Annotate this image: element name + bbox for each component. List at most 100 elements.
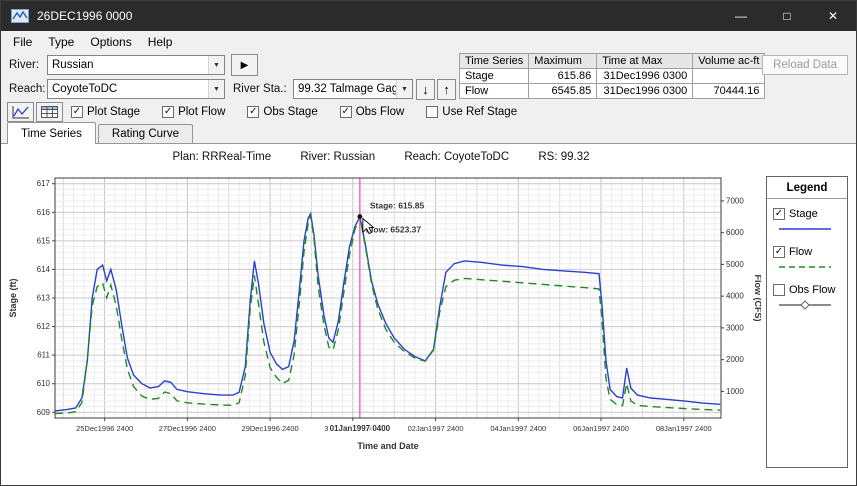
checkbox-obs-stage[interactable]: ✓ Obs Stage — [247, 106, 318, 118]
flow-tick-label: 6000 — [726, 228, 744, 237]
chevron-down-icon[interactable]: ▼ — [396, 80, 412, 98]
stage-tick-label: 617 — [37, 179, 51, 188]
plot-view-button[interactable] — [7, 102, 34, 122]
checkbox-box[interactable]: ✓ — [247, 106, 260, 118]
x-tick-label: 02Jan1997 2400 — [408, 424, 464, 433]
table-row: Stage 615.86 31Dec1996 0300 — [458, 68, 766, 84]
stage-tick-label: 616 — [37, 208, 51, 217]
summary-col-time-series: Time Series — [458, 53, 530, 69]
legend-item-label: Stage — [789, 208, 818, 220]
tab-time-series[interactable]: Time Series — [7, 122, 96, 144]
checkbox-box[interactable]: ✓ — [71, 106, 83, 118]
next-river-button[interactable]: ▶ — [231, 54, 258, 76]
river-combobox[interactable]: Russian ▼ — [47, 55, 225, 75]
flow-tick-label: 7000 — [726, 196, 744, 205]
legend-sample-line — [767, 296, 847, 319]
river-label: River: — [9, 59, 40, 71]
checkbox-label: Obs Stage — [263, 106, 318, 118]
timeseries-chart[interactable]: 25Dec1996 2400 27Dec1996 2400 29Dec1996 24… — [5, 168, 761, 474]
play-icon: ▶ — [240, 59, 249, 71]
checkbox-label: Use Ref Stage — [442, 106, 518, 118]
legend-item-stage[interactable]: ✓ Stage — [767, 205, 847, 220]
checkbox-box[interactable] — [773, 284, 785, 296]
x-axis-title: Time and Date — [357, 441, 418, 451]
minimize-icon: — — [735, 9, 747, 23]
checkbox-box[interactable]: ✓ — [773, 246, 785, 258]
tracked-point — [357, 214, 363, 219]
checkbox-label: Obs Flow — [355, 106, 405, 118]
series-stage — [55, 211, 721, 412]
legend-item-obs-flow[interactable]: Obs Flow — [767, 281, 847, 296]
x-tick-label: 08Jan1997 2400 — [656, 424, 712, 433]
reach-label: Reach: — [9, 83, 46, 95]
table-cell: 31Dec1996 0300 — [596, 68, 694, 84]
legend-item-flow[interactable]: ✓ Flow — [767, 243, 847, 258]
legend-item-label: Flow — [789, 246, 813, 258]
next-station-button[interactable]: ↓ — [416, 79, 435, 100]
river-value: Russian — [52, 59, 94, 71]
checkbox-box[interactable]: ✓ — [162, 106, 175, 118]
checkbox-box[interactable]: ✓ — [773, 208, 785, 220]
previous-station-button[interactable]: ↑ — [437, 79, 456, 100]
flow-tick-label: 3000 — [726, 323, 744, 332]
table-cell: Stage — [458, 68, 530, 84]
stage-tick-label: 611 — [37, 351, 50, 360]
table-view-button[interactable] — [36, 102, 63, 122]
checkbox-box[interactable]: ✓ — [339, 106, 352, 118]
reload-data-button[interactable]: Reload Data — [762, 55, 848, 75]
stage-annotation: Stage: 615.85 — [370, 201, 425, 211]
close-button[interactable]: ✕ — [810, 1, 856, 31]
menu-bar: File Type Options Help — [1, 31, 856, 52]
reach-value: CoyoteToDC — [52, 83, 118, 95]
menu-item-help[interactable]: Help — [140, 33, 181, 51]
controls-panel: River: Russian ▼ ▶ Reach: CoyoteToDC ▼ R… — [1, 52, 856, 122]
app-icon — [11, 9, 29, 23]
table-cell: 615.86 — [528, 68, 598, 84]
menu-item-file[interactable]: File — [5, 33, 40, 51]
maximize-button[interactable]: □ — [764, 1, 810, 31]
chart-panel: Plan: RRReal-Time River: Russian Reach: … — [1, 143, 856, 485]
stage-tick-label: 614 — [37, 265, 51, 274]
summary-col-time-at-max: Time at Max — [596, 53, 694, 69]
legend-panel: Legend ✓ Stage ✓ Flow Obs Flow — [766, 176, 848, 468]
tab-rating-curve[interactable]: Rating Curve — [97, 124, 194, 144]
river-sta-label: River Sta.: — [233, 83, 287, 95]
flow-tick-label: 4000 — [726, 292, 744, 301]
stage-tick-label: 613 — [37, 294, 51, 303]
x-tick-label: 04Jan1997 2400 — [490, 424, 546, 433]
checkbox-obs-flow[interactable]: ✓ Obs Flow — [339, 106, 405, 118]
menu-item-type[interactable]: Type — [40, 33, 82, 51]
reach-combobox[interactable]: CoyoteToDC ▼ — [47, 79, 225, 99]
checkbox-plot-stage[interactable]: ✓ Plot Stage — [71, 106, 140, 118]
chevron-down-icon[interactable]: ▼ — [208, 56, 224, 74]
chevron-down-icon[interactable]: ▼ — [208, 80, 224, 98]
checkbox-label: Plot Stage — [87, 106, 141, 118]
legend-sample-line — [767, 258, 847, 281]
menu-item-options[interactable]: Options — [82, 33, 139, 51]
table-cell: Flow — [458, 83, 530, 99]
reach-header-label: Reach: CoyoteToDC — [404, 151, 510, 163]
flow-tick-label: 1000 — [726, 387, 744, 396]
legend-item-label: Obs Flow — [789, 284, 836, 296]
checkbox-box[interactable] — [426, 106, 439, 118]
plan-label: Plan: RRReal-Time — [172, 151, 272, 163]
table-cell: 70444.16 — [692, 83, 766, 99]
x-tick-label: 06Jan1997 2400 — [573, 424, 629, 433]
table-icon — [41, 106, 58, 118]
summary-col-volume-ac-ft: Volume ac-ft — [692, 53, 766, 69]
table-cell: 6545.85 — [528, 83, 598, 99]
table-cell: 31Dec1996 0300 — [596, 83, 694, 99]
legend-title: Legend — [767, 177, 847, 199]
checkbox-label: Plot Flow — [178, 106, 226, 118]
line-chart-icon — [12, 106, 29, 119]
app-window: 26DEC1996 0000 — □ ✕ File Type Options Help… — [0, 0, 857, 486]
stage-tick-label: 609 — [37, 408, 51, 417]
stage-tick-label: 610 — [37, 379, 51, 388]
checkbox-plot-flow[interactable]: ✓ Plot Flow — [162, 106, 225, 118]
minimize-button[interactable]: — — [718, 1, 764, 31]
checkbox-use-ref-stage[interactable]: Use Ref Stage — [426, 106, 517, 118]
table-cell — [692, 68, 766, 84]
y-axis-title-right: Flow (CFS) — [753, 275, 761, 322]
title-bar: 26DEC1996 0000 — □ ✕ — [1, 1, 856, 31]
river-sta-combobox[interactable]: 99.32 Talmage Gage ▼ — [293, 79, 413, 99]
